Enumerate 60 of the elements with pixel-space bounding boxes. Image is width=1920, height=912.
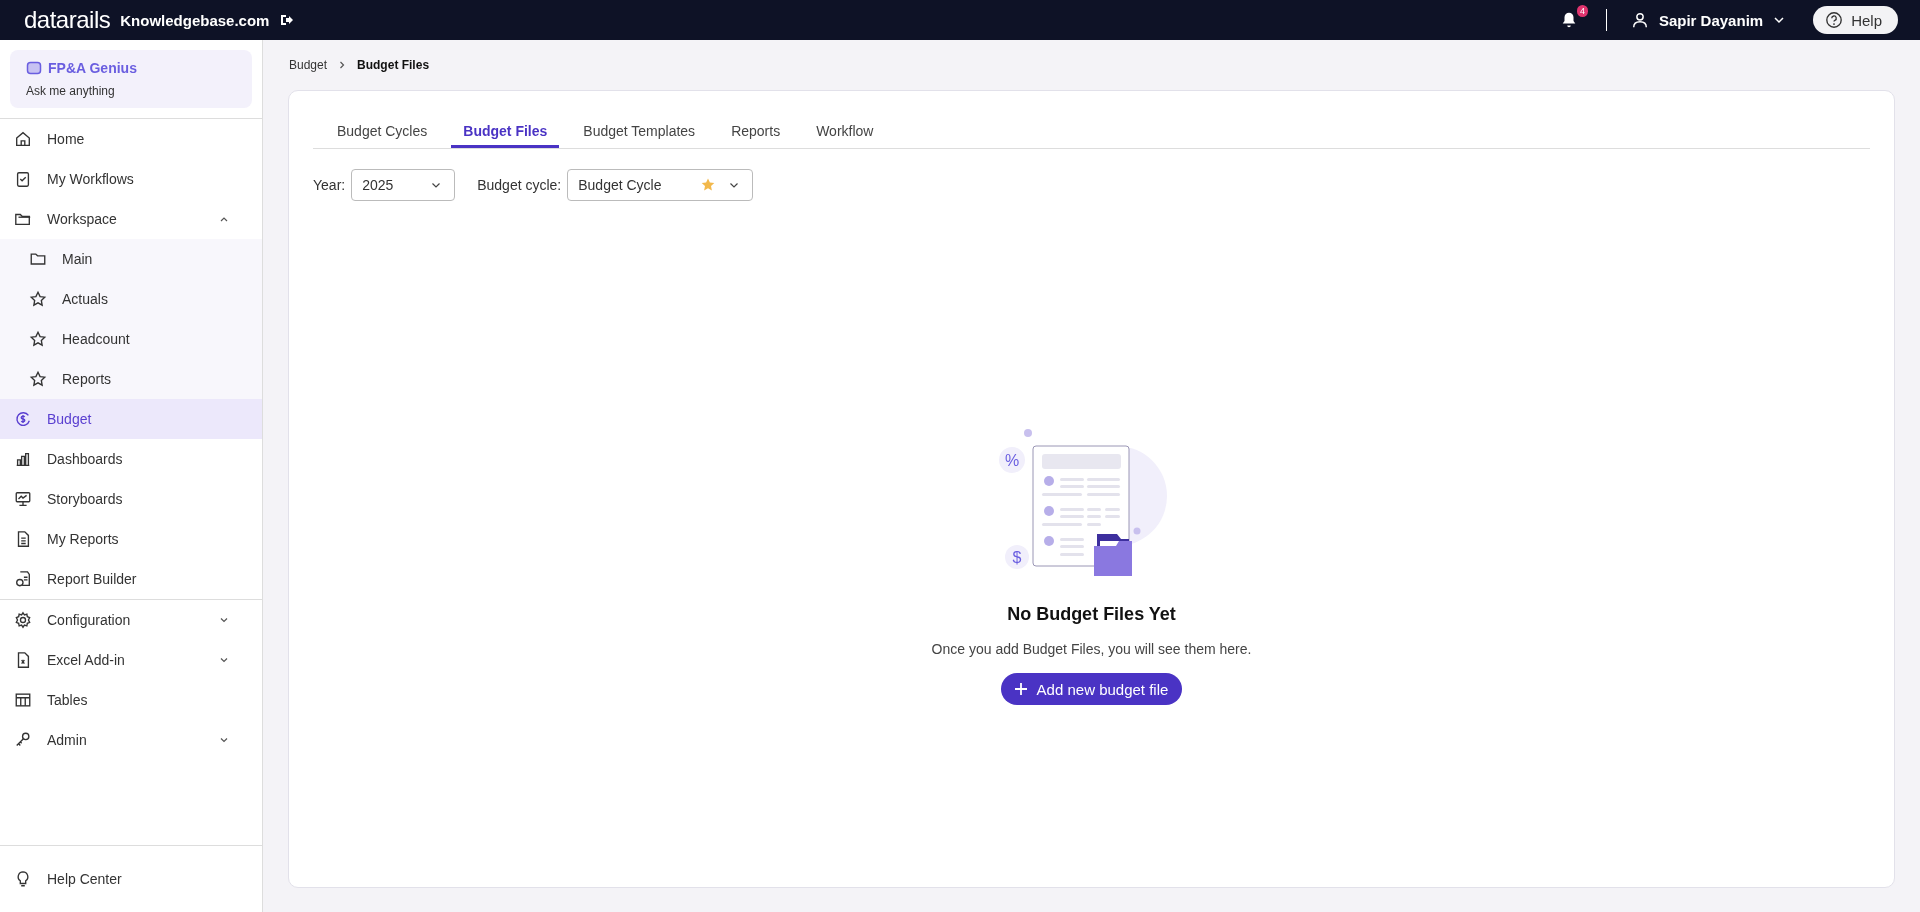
key-icon (14, 731, 32, 749)
budget-icon (14, 410, 32, 428)
question-icon (1825, 11, 1844, 29)
dropdown[interactable]: 2025 (351, 169, 456, 201)
nav-item[interactable]: Configuration (0, 600, 262, 640)
genius-title: FP&A Genius (48, 60, 137, 76)
nav-item[interactable]: Admin (0, 720, 262, 760)
builder-icon (14, 570, 32, 588)
tab[interactable]: Budget Templates (571, 123, 708, 148)
exit-icon[interactable] (279, 13, 294, 27)
help-button[interactable]: Help (1813, 6, 1898, 34)
dropdown[interactable]: Budget Cycle (567, 169, 754, 201)
nav-item[interactable]: Excel Add-in (0, 640, 262, 680)
gear-icon (14, 611, 32, 629)
home-icon (14, 130, 32, 148)
filter-label: Budget cycle: (477, 177, 562, 193)
folder-icon (29, 250, 47, 268)
nav-item[interactable]: Home (0, 119, 262, 159)
help-center-link[interactable]: Help Center (0, 846, 262, 912)
nav-item[interactable]: Main (0, 239, 262, 279)
clipboard-icon (14, 170, 32, 188)
nav-item[interactable]: My Reports (0, 519, 262, 559)
chat-icon (26, 60, 42, 76)
nav-item[interactable]: Dashboards (0, 439, 262, 479)
nav-item[interactable]: Tables (0, 680, 262, 720)
tab[interactable]: Workflow (804, 123, 886, 148)
chevron-down-icon[interactable] (1773, 14, 1786, 26)
nav-item[interactable]: Storyboards (0, 479, 262, 519)
user-name[interactable]: Sapir Dayanim (1658, 11, 1764, 29)
nav-item[interactable]: Actuals (0, 279, 262, 319)
nav-item[interactable]: Headcount (0, 319, 262, 359)
nav-item[interactable]: My Workflows (0, 159, 262, 199)
star-icon (29, 290, 47, 308)
logo[interactable]: datarails (24, 6, 111, 34)
breadcrumb-link[interactable]: Budget (289, 58, 328, 72)
filter-label: Year: (313, 177, 346, 193)
tab[interactable]: Budget Cycles (325, 123, 440, 148)
dollar-symbol: $ (1012, 549, 1021, 566)
star-icon (29, 370, 47, 388)
nav-item[interactable]: Report Builder (0, 559, 262, 599)
table-icon (14, 691, 32, 709)
plus-icon (1012, 681, 1029, 697)
notification-count: 4 (1576, 5, 1588, 17)
percent-symbol: % (1004, 452, 1019, 469)
empty-title: No Budget Files Yet (1007, 604, 1176, 625)
empty-message: Once you add Budget Files, you will see them here. (931, 641, 1252, 657)
tab[interactable]: Budget Files (451, 123, 560, 148)
nav-item[interactable]: Budget (0, 399, 262, 439)
genius-card[interactable]: FP&A Genius Ask me anything (10, 50, 252, 108)
nav-item[interactable]: Workspace (0, 199, 262, 239)
bars-icon (14, 450, 32, 468)
star-icon (29, 330, 47, 348)
star-icon[interactable] (700, 177, 717, 193)
site-name[interactable]: Knowledgebase.com (120, 11, 270, 29)
nav-item[interactable]: Reports (0, 359, 262, 399)
genius-subtitle: Ask me anything (26, 84, 116, 98)
user-icon[interactable] (1630, 11, 1649, 29)
tab[interactable]: Reports (719, 123, 793, 148)
add-budget-file-button[interactable]: Add new budget file (1000, 673, 1183, 705)
monitor-icon (14, 490, 32, 508)
